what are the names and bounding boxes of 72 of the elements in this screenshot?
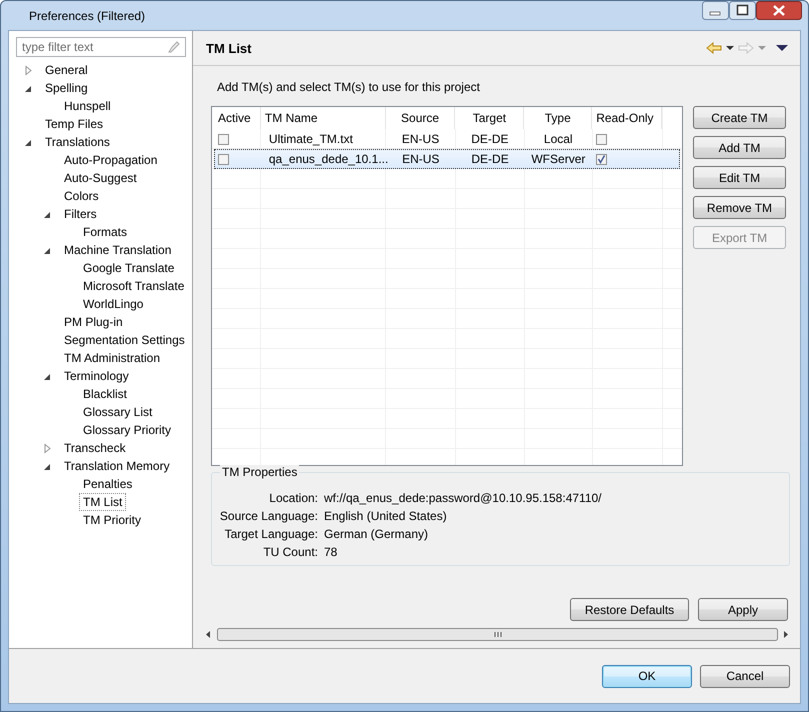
restore-defaults-button[interactable]: Restore Defaults (570, 598, 689, 621)
dialog-button[interactable]: Cancel (700, 664, 790, 688)
table-cell-text: Local (544, 130, 573, 148)
tree-item[interactable]: Translations (41, 133, 114, 151)
tm-action-button[interactable]: Edit TM (693, 166, 786, 189)
table-cell-text: qa_enus_dede_10.1... (268, 150, 388, 168)
table-cell-text: WFServer (531, 150, 586, 168)
caret-icon[interactable] (726, 46, 734, 50)
tree-item[interactable]: Filters (60, 205, 101, 223)
tree-item[interactable]: Auto-Suggest (60, 169, 141, 187)
property-label: Target Language: (224, 527, 318, 541)
tree-item[interactable]: TM Administration (60, 349, 164, 367)
checkbox[interactable] (218, 134, 229, 144)
tree-item[interactable]: Microsoft Translate (79, 277, 188, 295)
filter-field[interactable]: type filter text (16, 37, 186, 57)
page-description: Add TM(s) and select TM(s) to use for this project (217, 80, 481, 96)
tree-item[interactable]: Formats (79, 223, 132, 241)
property-value: wf://qa_enus_dede:password@10.10.95.158:47110/ (324, 491, 602, 505)
tree-item[interactable]: Penalties (79, 475, 136, 493)
maximize-button[interactable] (729, 1, 756, 20)
collapsed-toggle-icon[interactable] (42, 442, 53, 454)
close-button[interactable] (756, 1, 802, 20)
column-header[interactable]: Source (386, 107, 456, 129)
tm-action-button[interactable]: Create TM (693, 106, 786, 129)
table-cell-text: Ultimate_TM.txt (268, 130, 353, 148)
tree-item[interactable]: Translation Memory (60, 457, 174, 475)
page-title: TM List (206, 40, 252, 56)
tree-item[interactable]: TM List (79, 493, 126, 511)
collapsed-toggle-icon[interactable] (23, 64, 34, 76)
tree-item[interactable]: Machine Translation (60, 241, 176, 259)
tree-item[interactable]: Segmentation Settings (60, 331, 189, 349)
table-cell-text: DE-DE (471, 130, 509, 148)
tree-item[interactable]: Glossary List (79, 403, 156, 421)
property-label: Source Language: (220, 509, 318, 523)
view-menu-icon[interactable] (776, 45, 788, 51)
tree-item[interactable]: TM Priority (79, 511, 145, 529)
table-cell-text: EN-US (402, 150, 440, 168)
tree-item[interactable]: General (41, 61, 92, 79)
property-value: 78 (324, 545, 338, 559)
table-cell-text: DE-DE (471, 150, 509, 168)
checkbox[interactable] (218, 154, 229, 164)
property-label: Location: (269, 491, 318, 505)
table-row[interactable]: Ultimate_TM.txt EN-US DE-DE Local (214, 129, 680, 149)
tm-action-button[interactable]: Add TM (693, 136, 786, 159)
column-header[interactable]: Type (524, 107, 592, 129)
tree-item[interactable]: WorldLingo (79, 295, 148, 313)
tree-item[interactable]: Transcheck (60, 439, 130, 457)
tree-item[interactable]: Glossary Priority (79, 421, 176, 439)
property-label: TU Count: (263, 545, 318, 559)
group-title: TM Properties (220, 465, 300, 479)
column-header[interactable]: Read-Only (592, 107, 662, 129)
window-title: Preferences (Filtered) (29, 8, 146, 22)
column-header[interactable]: Target (455, 107, 524, 129)
tree-item[interactable]: Blacklist (79, 385, 132, 403)
tree-item[interactable]: Auto-Propagation (60, 151, 162, 169)
tree-item[interactable]: Google Translate (79, 259, 178, 277)
table-cell-text: EN-US (402, 130, 440, 148)
tree-item[interactable]: Spelling (41, 79, 92, 97)
tree-item[interactable]: Hunspell (60, 97, 115, 115)
checkbox[interactable] (596, 134, 608, 144)
tree-item[interactable]: Temp Files (41, 115, 108, 133)
property-value: German (Germany) (324, 527, 428, 541)
table-row[interactable]: qa_enus_dede_10.1... EN-US DE-DE WFServer (214, 149, 680, 169)
checkbox[interactable] (596, 154, 608, 164)
minimize-button[interactable] (702, 1, 729, 20)
property-value: English (United States) (324, 509, 447, 523)
apply-button[interactable]: Apply (698, 598, 788, 621)
tree-item[interactable]: Terminology (60, 367, 133, 385)
tree-item[interactable]: PM Plug-in (60, 313, 127, 331)
tree-item[interactable]: Colors (60, 187, 103, 205)
tm-action-button[interactable]: Remove TM (693, 196, 786, 219)
dialog-button[interactable]: OK (602, 664, 692, 688)
